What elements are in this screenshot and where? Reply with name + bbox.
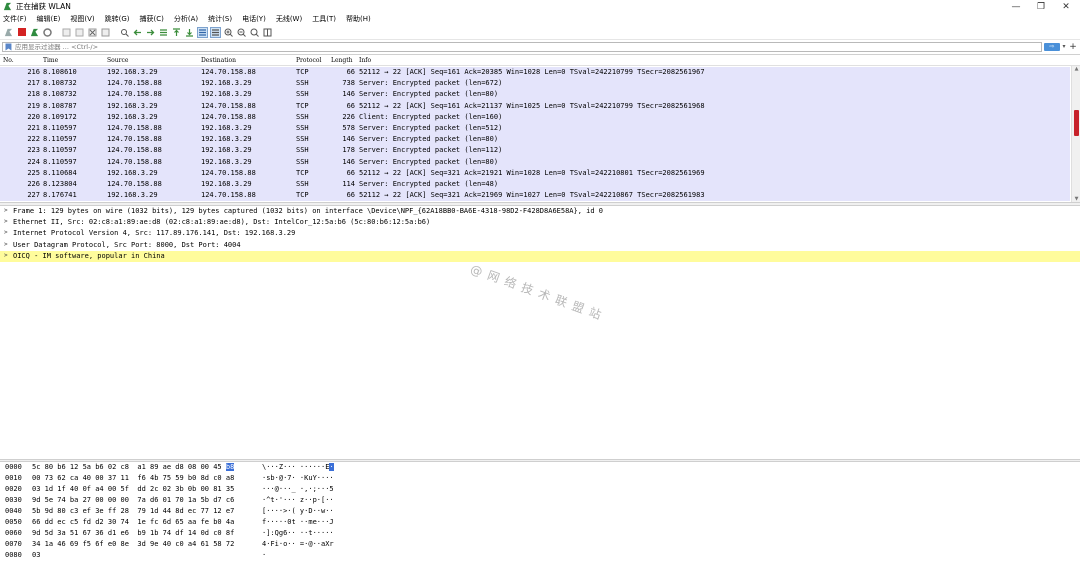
- detail-row-udp[interactable]: > User Datagram Protocol, Src Port: 8000…: [0, 240, 1080, 251]
- display-filter-bar: ⇨ ▾ +: [0, 41, 1080, 52]
- go-forward-icon[interactable]: [145, 27, 156, 38]
- bytes-row[interactable]: 0070 34 1a 46 69 f5 6f e0 8e 3d 9e 40 c0…: [0, 539, 334, 550]
- menu-statistics[interactable]: 统计(S): [208, 14, 232, 24]
- table-row[interactable]: 226 8.123804 124.70.158.88 192.168.3.29 SSH 1…: [0, 179, 1070, 191]
- expand-arrow-icon[interactable]: >: [4, 229, 8, 236]
- toolbar-separator: [113, 27, 117, 38]
- save-file-icon[interactable]: [74, 27, 85, 38]
- table-row[interactable]: 220 8.109172 192.168.3.29 124.70.158.88 SSH 2…: [0, 111, 1070, 123]
- expand-arrow-icon[interactable]: >: [4, 241, 8, 248]
- table-row[interactable]: 224 8.110597 124.70.158.88 192.168.3.29 SSH 1…: [0, 156, 1070, 168]
- last-packet-icon[interactable]: [184, 27, 195, 38]
- packet-details: > Frame 1: 129 bytes on wire (1032 bits)…: [0, 206, 1080, 459]
- go-to-packet-icon[interactable]: [158, 27, 169, 38]
- expand-arrow-icon[interactable]: >: [4, 207, 8, 214]
- packet-list-scrollbar[interactable]: ▲ ▼: [1071, 66, 1080, 202]
- display-filter-input[interactable]: [14, 42, 1041, 51]
- column-length[interactable]: Length: [331, 57, 353, 64]
- bytes-row[interactable]: 0060 9d 5d 3a 51 67 36 d1 e6 b9 1b 74 df…: [0, 528, 334, 539]
- bytes-row[interactable]: 0030 9d 5e 74 ba 27 00 00 00 7a d6 01 70…: [0, 495, 334, 506]
- close-button[interactable]: ✕: [1050, 0, 1080, 13]
- bookmark-icon[interactable]: [5, 43, 12, 51]
- detail-row-ipv4[interactable]: > Internet Protocol Version 4, Src: 117.…: [0, 228, 1080, 239]
- packet-list-header: No. Time Source Destination Protocol Len…: [0, 55, 1080, 66]
- table-row[interactable]: 227 8.176741 192.168.3.29 124.70.158.88 TCP 6…: [0, 190, 1070, 202]
- selected-byte[interactable]: b8: [225, 463, 235, 471]
- apply-filter-button[interactable]: ⇨: [1044, 42, 1060, 51]
- toolbar-separator: [55, 27, 59, 38]
- column-time[interactable]: Time: [43, 57, 58, 64]
- reload-file-icon[interactable]: [100, 27, 111, 38]
- column-info[interactable]: Info: [359, 57, 371, 64]
- menu-view[interactable]: 视图(V): [70, 14, 94, 24]
- menu-capture[interactable]: 捕获(C): [140, 14, 164, 24]
- column-source[interactable]: Source: [107, 57, 128, 64]
- menu-go[interactable]: 跳转(G): [105, 14, 130, 24]
- bytes-row[interactable]: 0040 5b 9d 80 c3 ef 3e ff 28 79 1d 44 8d…: [0, 506, 334, 517]
- menu-bar: 文件(F) 编辑(E) 视图(V) 跳转(G) 捕获(C) 分析(A) 统计(S…: [0, 13, 1080, 25]
- bytes-row[interactable]: 0010 00 73 62 ca 40 00 37 11 f6 4b 75 59…: [0, 473, 334, 484]
- open-file-icon[interactable]: [61, 27, 72, 38]
- detail-row-ethernet[interactable]: > Ethernet II, Src: 02:c8:a1:89:ae:d8 (0…: [0, 217, 1080, 228]
- go-back-icon[interactable]: [132, 27, 143, 38]
- window-title: 正在捕获 WLAN: [16, 2, 71, 11]
- column-destination[interactable]: Destination: [201, 57, 236, 64]
- menu-telephony[interactable]: 电话(Y): [242, 14, 266, 24]
- first-packet-icon[interactable]: [171, 27, 182, 38]
- packet-bytes: 0000 5c 80 b6 12 5a b6 02 c8 a1 89 ae d8…: [0, 462, 1080, 568]
- display-filter-box: [2, 41, 1042, 52]
- wireshark-fin-icon: [3, 2, 12, 11]
- packet-list: No. Time Source Destination Protocol Len…: [0, 54, 1080, 202]
- resize-columns-icon[interactable]: [262, 27, 273, 38]
- table-row[interactable]: 221 8.110597 124.70.158.88 192.168.3.29 SSH 5…: [0, 123, 1070, 135]
- zoom-in-icon[interactable]: [223, 27, 234, 38]
- bytes-row[interactable]: 0020 03 1d 1f 40 0f a4 00 5f dd 2c 02 3b…: [0, 484, 334, 495]
- table-row[interactable]: 222 8.110597 124.70.158.88 192.168.3.29 SSH 1…: [0, 134, 1070, 146]
- table-row[interactable]: 216 8.108610 192.168.3.29 124.70.158.88 TCP 6…: [0, 67, 1070, 79]
- find-packet-icon[interactable]: [119, 27, 130, 38]
- detail-row-frame[interactable]: > Frame 1: 129 bytes on wire (1032 bits)…: [0, 206, 1080, 217]
- stop-capture-icon[interactable]: [16, 27, 27, 38]
- selected-byte-ascii[interactable]: ·: [329, 463, 334, 471]
- filter-history-dropdown[interactable]: ▾: [1060, 43, 1068, 50]
- bytes-row[interactable]: 0000 5c 80 b6 12 5a b6 02 c8 a1 89 ae d8…: [0, 462, 334, 473]
- bytes-row[interactable]: 0050 66 dd ec c5 fd d2 30 74 1e fc 6d 65…: [0, 517, 334, 528]
- close-file-icon[interactable]: [87, 27, 98, 38]
- add-filter-button[interactable]: +: [1068, 42, 1078, 52]
- menu-analyze[interactable]: 分析(A): [174, 14, 198, 24]
- start-capture-fin-icon[interactable]: [3, 27, 14, 38]
- column-no[interactable]: No.: [3, 57, 14, 64]
- table-row[interactable]: 219 8.108787 192.168.3.29 124.70.158.88 TCP 6…: [0, 100, 1070, 112]
- restart-capture-icon[interactable]: [29, 27, 40, 38]
- detail-row-oicq[interactable]: > OICQ - IM software, popular in China: [0, 250, 1080, 262]
- table-row[interactable]: 225 8.110684 192.168.3.29 124.70.158.88 TCP 6…: [0, 167, 1070, 179]
- colorize-icon[interactable]: [210, 26, 221, 38]
- normal-size-icon[interactable]: [249, 27, 260, 38]
- menu-tools[interactable]: 工具(T): [312, 14, 336, 24]
- title-bar: 正在捕获 WLAN — ❐ ✕: [0, 0, 1080, 13]
- menu-help[interactable]: 帮助(H): [346, 14, 371, 24]
- menu-wireless[interactable]: 无线(W): [276, 14, 302, 24]
- table-row[interactable]: 223 8.110597 124.70.158.88 192.168.3.29 SSH 1…: [0, 145, 1070, 157]
- menu-edit[interactable]: 编辑(E): [37, 14, 61, 24]
- main-toolbar: [0, 25, 1080, 40]
- autoscroll-icon[interactable]: [197, 26, 208, 38]
- zoom-out-icon[interactable]: [236, 27, 247, 38]
- bytes-row[interactable]: 0080 03 ·: [0, 550, 266, 561]
- scroll-up-icon[interactable]: ▲: [1072, 66, 1080, 72]
- expand-arrow-icon[interactable]: >: [4, 218, 8, 225]
- menu-file[interactable]: 文件(F): [3, 14, 27, 24]
- scrollbar-thumb[interactable]: [1074, 110, 1079, 136]
- column-protocol[interactable]: Protocol: [296, 57, 321, 64]
- capture-options-gear-icon[interactable]: [42, 27, 53, 38]
- expand-arrow-icon[interactable]: >: [4, 252, 8, 259]
- table-row[interactable]: 218 8.108732 124.70.158.88 192.168.3.29 SSH 1…: [0, 89, 1070, 101]
- table-row[interactable]: 217 8.108732 124.70.158.88 192.168.3.29 SSH 7…: [0, 78, 1070, 90]
